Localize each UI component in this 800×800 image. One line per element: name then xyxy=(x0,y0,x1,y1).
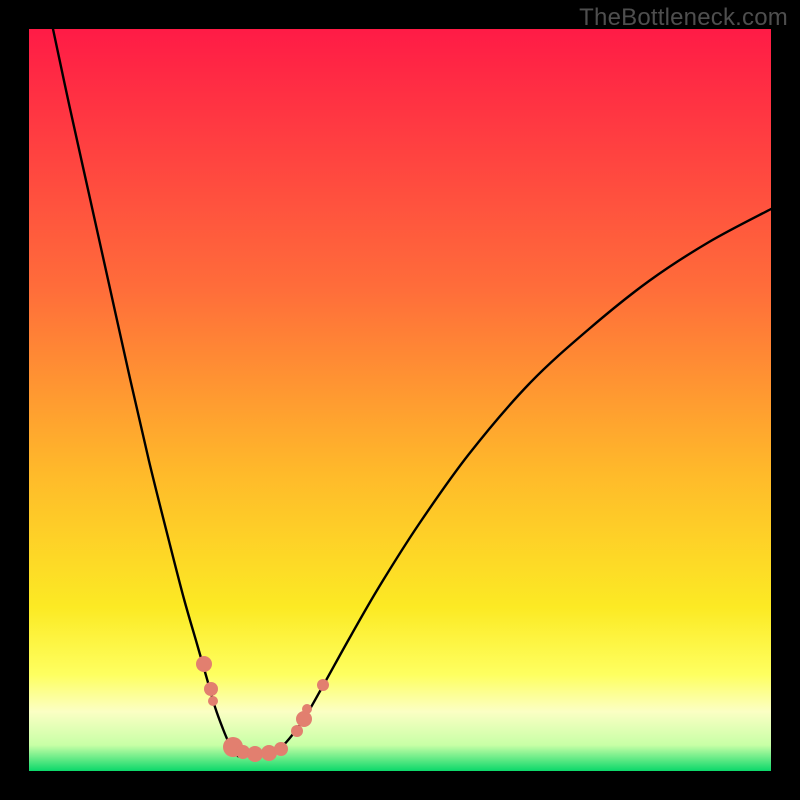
bottleneck-curve-layer xyxy=(29,29,771,771)
highlight-dot xyxy=(247,746,263,762)
highlight-dot xyxy=(291,725,303,737)
highlight-dot xyxy=(317,679,329,691)
highlight-dot xyxy=(204,682,218,696)
chart-frame xyxy=(29,29,771,771)
bottleneck-curve xyxy=(53,29,771,756)
highlight-dot xyxy=(296,711,312,727)
highlight-dot xyxy=(208,696,218,706)
watermark-text: TheBottleneck.com xyxy=(579,4,788,32)
highlight-dot xyxy=(196,656,212,672)
highlight-dot xyxy=(302,704,312,714)
highlight-dot xyxy=(274,742,288,756)
